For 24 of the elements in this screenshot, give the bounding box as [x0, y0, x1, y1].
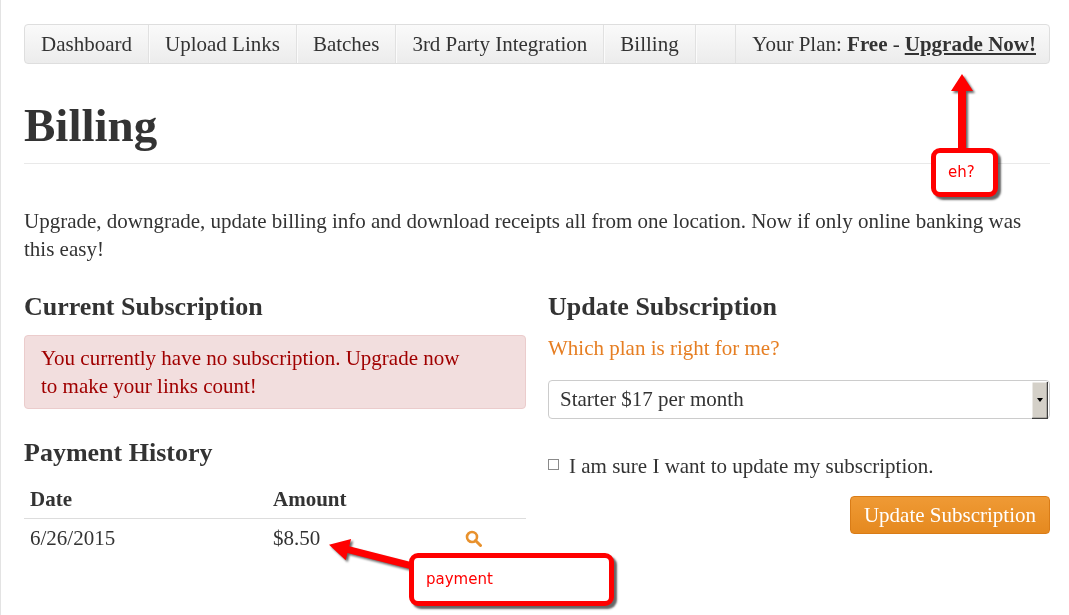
section-heading: Update Subscription [548, 292, 778, 322]
table-cell: $8.50 [273, 526, 321, 550]
page-title: Billing [24, 100, 158, 150]
plan-select[interactable]: Starter $17 per month [548, 379, 1050, 419]
table-cell: 6/26/2015 [30, 526, 116, 550]
annotation-callout: payment [409, 553, 614, 606]
column-header: Amount [273, 487, 347, 511]
nav-link[interactable]: Dashboard [25, 25, 149, 63]
upgrade-link[interactable]: Upgrade Now! [904, 25, 1036, 63]
checkbox-label: I am sure I want to update my subscription. [569, 452, 934, 480]
magnifier-icon[interactable] [465, 530, 482, 547]
intro-text: Upgrade, downgrade, update billing info and download receipts all from one location. Now if only online banking was this easy! [24, 208, 1023, 263]
plan-status: Your Plan: Free - [752, 31, 900, 58]
nav-link[interactable]: 3rd Party Integration [396, 25, 605, 63]
section-heading: Payment History [24, 438, 214, 468]
annotation-callout: eh? [931, 148, 998, 197]
nav-link[interactable]: Billing [604, 25, 696, 63]
nav-link[interactable]: Upload Links [149, 25, 297, 63]
caret-icon [1032, 381, 1048, 419]
nav-link[interactable]: Batches [296, 25, 397, 63]
column-header: Date [30, 487, 72, 511]
checkbox[interactable] [548, 458, 559, 470]
subscription-alert: You currently have no subscription. Upgrade now to make your links count! [24, 335, 526, 409]
section-heading: Current Subscription [24, 292, 264, 322]
